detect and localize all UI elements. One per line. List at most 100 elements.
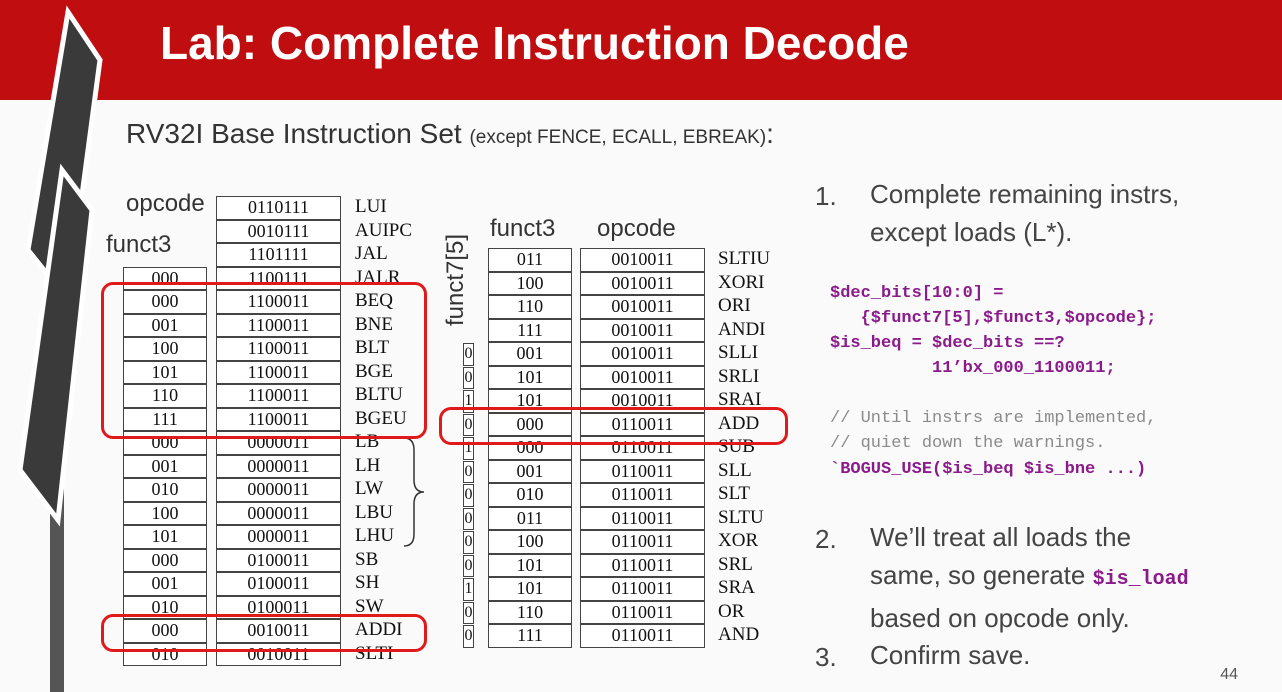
left-funct3-cell: 101 bbox=[123, 525, 207, 549]
right-opcode-cell: 0110011 bbox=[580, 506, 705, 530]
left-opcode-cell: 0110111 bbox=[216, 196, 341, 220]
right-instr-name: AND bbox=[718, 624, 760, 645]
code-line-1: $dec_bits[10:0] = bbox=[830, 284, 1004, 303]
right-header-opcode: opcode bbox=[597, 215, 676, 242]
right-instr-name: ORI bbox=[718, 295, 751, 316]
right-funct7-cell: 0 bbox=[463, 531, 474, 554]
left-header-opcode: opcode bbox=[126, 190, 205, 217]
right-funct3-cell: 111 bbox=[488, 624, 572, 648]
right-funct3-cell: 011 bbox=[488, 506, 572, 530]
step-1-text: Complete remaining instrs, except loads … bbox=[870, 175, 1179, 251]
right-opcode-cell: 0010011 bbox=[580, 271, 705, 295]
slide-subtitle: RV32I Base Instruction Set (except FENCE… bbox=[126, 118, 774, 150]
right-instr-name: SRA bbox=[718, 577, 755, 598]
left-funct3-cell: 010 bbox=[123, 478, 207, 502]
right-opcode-cell: 0010011 bbox=[580, 295, 705, 319]
left-instr-name: LH bbox=[355, 454, 381, 476]
left-instr-name: AUIPC bbox=[355, 219, 413, 241]
is-load-code: $is_load bbox=[1092, 568, 1189, 591]
subtitle-colon: : bbox=[766, 118, 774, 149]
step-3-text: Confirm save. bbox=[870, 640, 1031, 670]
right-header-funct7: funct7[5] bbox=[442, 222, 472, 332]
left-funct3-cell: 000 bbox=[123, 548, 207, 572]
subtitle-main: RV32I Base Instruction Set bbox=[126, 118, 470, 149]
right-funct7-cell: 0 bbox=[463, 484, 474, 507]
right-funct7-cell: 0 bbox=[463, 460, 474, 483]
right-opcode-cell: 0010011 bbox=[580, 248, 705, 272]
right-opcode-cell: 0110011 bbox=[580, 600, 705, 624]
funct7-header-text: funct7[5] bbox=[442, 233, 469, 326]
left-instr-name: LHU bbox=[355, 525, 395, 546]
step-1-line1: Complete remaining instrs, bbox=[870, 179, 1180, 209]
right-funct7-cell: 0 bbox=[463, 343, 474, 366]
step-2-line1: We’ll treat all loads the bbox=[870, 522, 1132, 552]
right-funct7-cell: 0 bbox=[463, 554, 474, 577]
right-instr-name: SLLI bbox=[718, 342, 759, 363]
right-instr-name: SLTIU bbox=[718, 248, 771, 269]
add-highlight-box bbox=[439, 407, 788, 445]
right-opcode-cell: 0110011 bbox=[580, 553, 705, 577]
right-opcode-cell: 0110011 bbox=[580, 459, 705, 483]
left-instr-name: JAL bbox=[355, 243, 388, 264]
right-header-funct3: funct3 bbox=[490, 215, 556, 242]
left-instr-name: SB bbox=[355, 548, 379, 570]
step-1-line2: except loads (L*). bbox=[870, 217, 1073, 247]
right-funct7-cell: 0 bbox=[463, 625, 474, 648]
addi-highlight-box bbox=[101, 614, 427, 652]
left-instr-name: LW bbox=[355, 478, 384, 499]
right-opcode-cell: 0110011 bbox=[580, 483, 705, 507]
step-2-line2: same, so generate $is_load bbox=[870, 556, 1189, 599]
right-funct3-cell: 001 bbox=[488, 342, 572, 366]
right-opcode-cell: 0010011 bbox=[580, 365, 705, 389]
step-2-line2-text: same, so generate bbox=[870, 560, 1093, 590]
code-line-2: {$funct7[5],$funct3,$opcode}; bbox=[830, 309, 1157, 328]
branch-highlight-box bbox=[101, 282, 427, 439]
code-line-5: `BOGUS_USE($is_beq $is_bne ...) bbox=[830, 460, 1147, 479]
right-instr-name: SRL bbox=[718, 553, 753, 575]
right-funct3-cell: 011 bbox=[488, 248, 572, 272]
left-opcode-cell: 0000011 bbox=[216, 525, 341, 549]
left-funct3-cell: 001 bbox=[123, 454, 207, 478]
loads-brace bbox=[403, 437, 425, 547]
right-funct3-cell: 001 bbox=[488, 459, 572, 483]
left-instr-name: LBU bbox=[355, 501, 393, 523]
left-opcode-cell: 0000011 bbox=[216, 478, 341, 502]
slide-title: Lab: Complete Instruction Decode bbox=[160, 17, 909, 69]
right-instr-name: OR bbox=[718, 600, 745, 622]
right-funct7-cell: 0 bbox=[463, 601, 474, 624]
code-line-4: 11’bx_000_1100011; bbox=[830, 359, 1116, 378]
right-instr-name: SRLI bbox=[718, 365, 760, 387]
step-1-number: 1. bbox=[815, 181, 837, 211]
page-number: 44 bbox=[1220, 666, 1238, 683]
right-funct3-cell: 100 bbox=[488, 530, 572, 554]
right-funct3-cell: 111 bbox=[488, 318, 572, 342]
right-funct3-cell: 110 bbox=[488, 295, 572, 319]
left-opcode-cell: 1101111 bbox=[216, 243, 341, 267]
code-line-3: $is_beq = $dec_bits ==? bbox=[830, 334, 1065, 353]
step-2-text: We’ll treat all loads the same, so gener… bbox=[870, 518, 1189, 637]
right-funct7-cell: 1 bbox=[463, 578, 474, 601]
left-funct3-cell: 001 bbox=[123, 572, 207, 596]
right-instr-name: SLL bbox=[718, 459, 752, 481]
right-funct3-cell: 110 bbox=[488, 600, 572, 624]
right-instr-name: SLT bbox=[718, 483, 751, 504]
left-header-funct3: funct3 bbox=[106, 231, 172, 258]
left-instr-name: SH bbox=[355, 572, 380, 593]
right-opcode-cell: 0010011 bbox=[580, 318, 705, 342]
road-sign-decoration bbox=[17, 5, 103, 692]
left-instr-name: LUI bbox=[355, 196, 387, 217]
subtitle-note: (except FENCE, ECALL, EBREAK) bbox=[469, 127, 767, 148]
step-2-line3: based on opcode only. bbox=[870, 603, 1130, 633]
step-2-number: 2. bbox=[815, 524, 837, 554]
right-funct3-cell: 100 bbox=[488, 271, 572, 295]
comment-line-1: // Until instrs are implemented, bbox=[830, 409, 1157, 428]
left-opcode-cell: 0000011 bbox=[216, 454, 341, 478]
right-instr-name: XOR bbox=[718, 530, 759, 551]
right-instr-name: ANDI bbox=[718, 318, 766, 340]
right-funct7-cell: 0 bbox=[463, 507, 474, 530]
right-funct3-cell: 101 bbox=[488, 577, 572, 601]
left-opcode-cell: 0100011 bbox=[216, 572, 341, 596]
right-funct7-cell: 0 bbox=[463, 366, 474, 389]
right-funct3-cell: 101 bbox=[488, 553, 572, 577]
left-funct3-cell: 100 bbox=[123, 501, 207, 525]
